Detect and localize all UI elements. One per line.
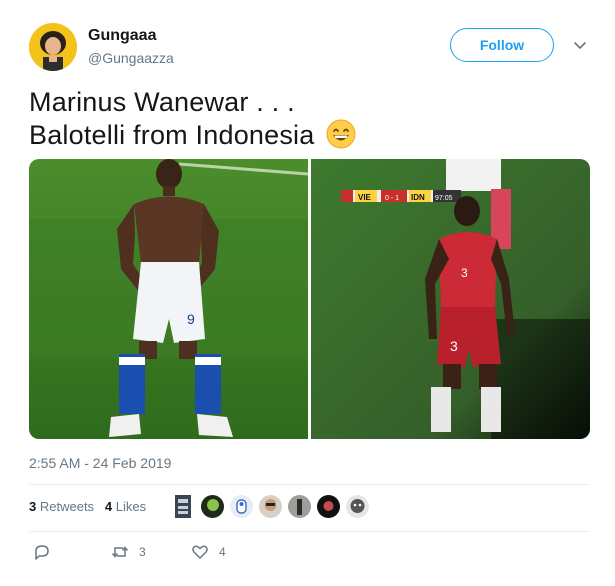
heart-icon xyxy=(192,545,208,559)
author-avatar[interactable] xyxy=(29,23,77,71)
score-time: 97:05 xyxy=(435,195,453,202)
score-team1: VIE xyxy=(358,193,372,202)
divider-top xyxy=(29,484,589,485)
grinning-face-emoji-icon xyxy=(326,119,356,149)
likes-stat[interactable]: 4 Likes xyxy=(105,499,146,514)
tweet-line-2: Balotelli from Indonesia xyxy=(29,119,356,152)
tweet-text: Marinus Wanewar . . . Balotelli from Ind… xyxy=(29,86,356,152)
liker-avatar-4[interactable] xyxy=(259,495,282,518)
liker-avatar-6[interactable] xyxy=(317,495,340,518)
follow-button[interactable]: Follow xyxy=(450,28,554,62)
tweet-timestamp[interactable]: 2:55 AM - 24 Feb 2019 xyxy=(29,455,171,471)
divider-bottom xyxy=(29,531,589,532)
photo-right-wanewar[interactable]: VIE 0 - 1 IDN 97:05 3 3 xyxy=(311,159,590,439)
retweet-action[interactable]: 3 xyxy=(111,543,146,561)
score-team2: IDN xyxy=(411,193,425,202)
score-value: 0 - 1 xyxy=(385,195,399,202)
right-jersey-number: 3 xyxy=(461,266,468,280)
likes-count: 4 xyxy=(104,499,113,514)
left-shorts-number: 9 xyxy=(187,311,195,327)
like-count: 4 xyxy=(219,545,226,559)
reply-icon xyxy=(35,545,49,560)
liker-avatar-5[interactable] xyxy=(288,495,311,518)
tweet-line-1: Marinus Wanewar . . . xyxy=(29,87,295,117)
tweet-media[interactable]: 9 VIE 0 - 1 IDN 97:05 3 3 xyxy=(29,159,590,439)
liker-avatar-3[interactable] xyxy=(230,495,253,518)
retweets-stat[interactable]: 3 Retweets xyxy=(29,499,94,514)
chevron-down-icon[interactable] xyxy=(572,37,588,53)
tweet-line-2-text: Balotelli from Indonesia xyxy=(29,120,315,150)
liker-avatar-2[interactable] xyxy=(201,495,224,518)
tweet-stats: 3 Retweets 4 Likes xyxy=(29,499,146,514)
liker-avatar-1[interactable] xyxy=(175,495,191,518)
avatar-icon xyxy=(29,23,77,71)
like-action[interactable]: 4 xyxy=(191,543,226,561)
photo-left-balotelli[interactable]: 9 xyxy=(29,159,308,439)
right-shorts-number: 3 xyxy=(450,338,458,354)
retweet-count: 3 xyxy=(139,545,146,559)
reply-action[interactable] xyxy=(33,543,61,561)
likes-label: Likes xyxy=(115,499,147,514)
retweets-count: 3 xyxy=(29,499,37,514)
retweets-label: Retweets xyxy=(39,499,95,514)
author-name[interactable]: Gungaaa xyxy=(88,27,156,45)
liker-avatar-7[interactable] xyxy=(346,495,369,518)
author-handle[interactable]: @Gungaazza xyxy=(88,50,174,66)
retweet-icon xyxy=(111,546,129,558)
